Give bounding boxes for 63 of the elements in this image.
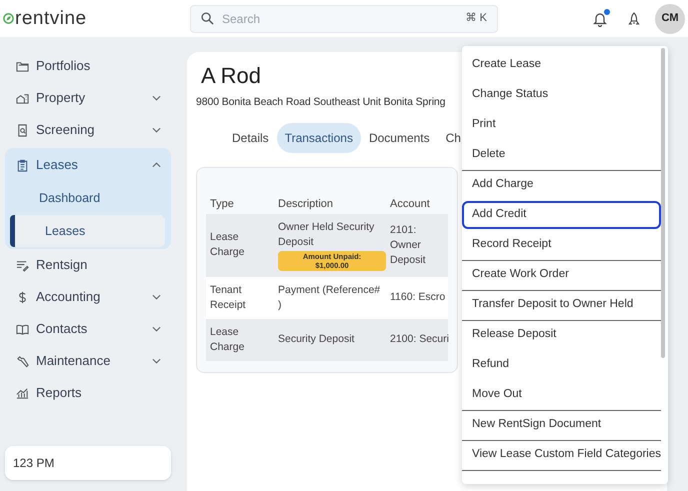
table-cell: Security Deposit: [278, 332, 354, 348]
sidebar-item[interactable]: Rentsign: [0, 249, 176, 281]
menu-item[interactable]: Record Receipt: [462, 231, 661, 259]
sidebar-item[interactable]: Contacts: [0, 313, 176, 345]
table-cell: 1160: Escro: [390, 290, 446, 306]
column-header: Account: [389, 196, 431, 212]
sidebar-item[interactable]: Accounting: [0, 281, 176, 313]
sidebar-item[interactable]: Reports: [0, 377, 176, 409]
logo-text: rentvine: [15, 9, 87, 28]
clipboard-icon: [16, 158, 29, 172]
menu-item[interactable]: View Lease Custom Field Categories: [462, 441, 661, 469]
sidebar-item[interactable]: Screening: [0, 114, 176, 146]
sidebar-item[interactable]: Portfolios: [0, 50, 176, 82]
tab[interactable]: Documents: [360, 122, 438, 153]
book-icon: [16, 322, 29, 336]
shortcut-hint: ⌘ K: [466, 11, 487, 26]
menu-item[interactable]: New RentSign Document: [462, 411, 661, 439]
search-icon: [201, 12, 214, 25]
sidebar-subitem[interactable]: Dashboard: [5, 182, 171, 214]
tab[interactable]: Details: [224, 122, 277, 153]
menu-item[interactable]: Move Out: [462, 381, 661, 409]
menu-item[interactable]: Print: [462, 111, 661, 139]
building-icon: [16, 92, 29, 104]
table-cell-text: Lease Charge: [210, 230, 246, 260]
rocket-icon[interactable]: [628, 12, 640, 26]
table-cell-text: Tenant Receipt: [210, 282, 247, 313]
menu-item[interactable]: Create Lease: [462, 51, 661, 79]
pen-lines-icon: [16, 258, 29, 272]
bell-icon[interactable]: [593, 10, 607, 26]
address-text: 9800 Bonita Beach Road Southeast Unit Bonita Spring: [196, 95, 446, 110]
table-cell: 2100: Securi: [390, 332, 449, 348]
chart-icon: [16, 386, 29, 400]
sidebar-subitem[interactable]: Leases: [11, 215, 165, 247]
menu-item[interactable]: Release Deposit: [462, 321, 661, 349]
menu-item[interactable]: Create Work Order: [462, 261, 661, 289]
table-row[interactable]: Lease Charge Security Deposit 2100: Securi: [206, 318, 448, 361]
menu-item[interactable]: Add Credit: [462, 201, 661, 229]
table-cell-text: 2101: Owner Deposit: [390, 222, 427, 268]
folder-icon: [16, 60, 29, 72]
dollar-icon: [16, 290, 29, 304]
document-search-icon: [16, 124, 29, 136]
wrench-icon: [16, 354, 29, 368]
menu-item[interactable]: Add Charge: [462, 171, 661, 199]
tab[interactable]: Transactions: [276, 122, 361, 153]
sidebar-item[interactable]: Maintenance: [0, 345, 176, 377]
table-cell-text: Owner Held Security Deposit: [278, 220, 376, 250]
scrollbar[interactable]: [661, 48, 665, 358]
table-cell-text: Lease Charge: [210, 324, 246, 355]
menu-item[interactable]: Refund: [462, 351, 661, 379]
column-header: Type: [209, 196, 235, 212]
sidebar-item[interactable]: Leases: [5, 148, 171, 182]
menu-item[interactable]: Delete: [462, 141, 661, 169]
leaf-icon: [3, 13, 14, 24]
user-avatar[interactable]: CM: [655, 4, 685, 34]
search-field[interactable]: Search ⌘ K: [190, 4, 498, 32]
sidebar-item[interactable]: Property: [0, 82, 176, 114]
column-header: Description: [277, 196, 334, 212]
table-cell-text: Payment (Reference# ): [278, 282, 382, 313]
menu-item[interactable]: Transfer Deposit to Owner Held: [462, 291, 661, 319]
search-input[interactable]: Search: [222, 10, 458, 28]
account-card[interactable]: 123 PM: [5, 446, 171, 480]
menu-item[interactable]: Change Status: [462, 81, 661, 109]
lease-title: A Rod: [201, 63, 261, 89]
